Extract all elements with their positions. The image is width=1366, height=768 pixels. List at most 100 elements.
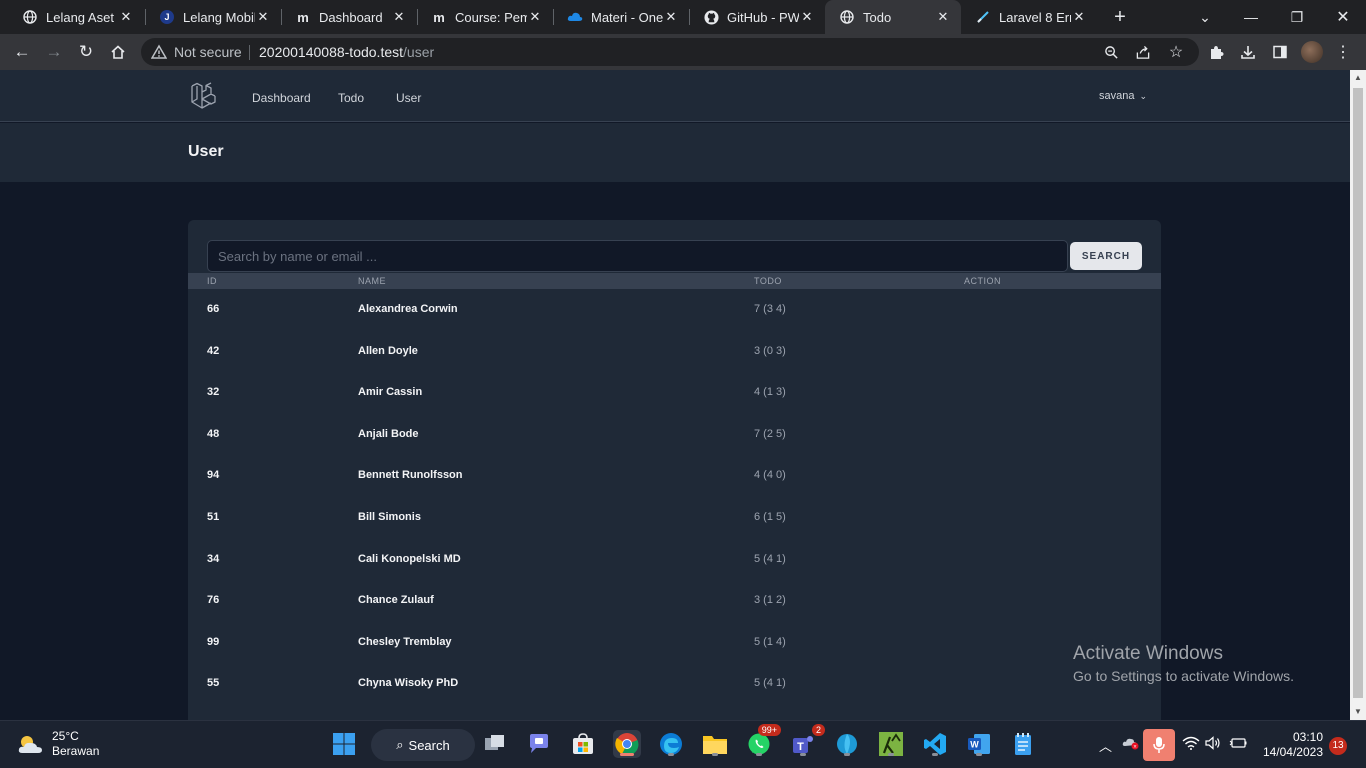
browser-tab[interactable]: Materi - OneD ✕ [553, 0, 689, 34]
browser-tab-active[interactable]: Todo ✕ [825, 0, 961, 34]
volume-icon[interactable] [1205, 736, 1221, 753]
user-dropdown[interactable]: savana ⌄ [1099, 90, 1147, 102]
search-input[interactable] [207, 240, 1068, 272]
vscode-icon[interactable] [921, 730, 949, 758]
browser-tab[interactable]: GitHub - PWF ✕ [689, 0, 825, 34]
column-header-action: ACTION [964, 276, 1002, 286]
nav-link-dashboard[interactable]: Dashboard [252, 91, 311, 105]
cell-todo: 5 (4 1) [754, 677, 786, 690]
weather-widget[interactable]: 25°C Berawan [16, 729, 99, 759]
browser-tab[interactable]: Lelang Aset : ✕ [8, 0, 144, 34]
chat-icon[interactable] [525, 730, 553, 758]
pen-icon [975, 9, 991, 25]
table-row: 42 Allen Doyle 3 (0 3) [188, 331, 1161, 373]
whatsapp-icon[interactable]: 99+ [745, 724, 781, 758]
table-body: 66 Alexandrea Corwin 7 (3 4) 42 Allen Do… [188, 289, 1161, 705]
column-header-name: NAME [358, 276, 387, 286]
tab-title: Materi - OneD [591, 9, 663, 25]
scrollbar-thumb[interactable] [1353, 88, 1363, 698]
browser-menu-icon[interactable]: ⋮ [1335, 42, 1351, 62]
page-scrollbar[interactable]: ▲ ▼ [1350, 70, 1366, 720]
app-circle-icon[interactable] [833, 730, 861, 758]
address-bar[interactable]: Not secure 20200140088-todo.test/user ☆ [141, 38, 1199, 66]
profile-avatar[interactable] [1301, 41, 1323, 63]
cell-name: Bill Simonis [358, 510, 421, 523]
teams-icon[interactable]: T 2 [789, 724, 825, 758]
top-navigation: Dashboard Todo User savana ⌄ [0, 70, 1350, 122]
taskbar-search-button[interactable]: ⌕ Search [371, 729, 475, 761]
nav-link-todo[interactable]: Todo [338, 91, 364, 105]
microphone-icon[interactable] [1143, 729, 1175, 761]
word-icon[interactable]: W [965, 730, 993, 758]
edge-icon[interactable] [657, 730, 685, 758]
reload-button[interactable]: ↻ [74, 40, 98, 64]
minimize-button[interactable]: — [1228, 0, 1274, 34]
cell-name: Amir Cassin [358, 386, 423, 399]
url-text[interactable]: 20200140088-todo.test/user [259, 44, 434, 60]
warning-triangle-icon[interactable] [150, 44, 168, 60]
system-clock[interactable]: 03:10 14/04/2023 [1257, 730, 1323, 760]
side-panel-icon[interactable] [1270, 42, 1290, 62]
chrome-icon[interactable] [613, 730, 641, 758]
new-tab-button[interactable]: + [1108, 5, 1132, 29]
browser-tab[interactable]: J Lelang Mobil ✕ [145, 0, 281, 34]
browser-tab[interactable]: Laravel 8 Erro ✕ [961, 0, 1097, 34]
file-explorer-icon[interactable] [701, 730, 729, 758]
close-tab-icon[interactable]: ✕ [1071, 9, 1087, 25]
close-tab-icon[interactable]: ✕ [391, 9, 407, 25]
notepad-icon[interactable] [1009, 730, 1037, 758]
home-button[interactable] [106, 40, 130, 64]
onedrive-sync-error-icon[interactable]: × [1122, 736, 1140, 753]
bookmark-star-icon[interactable]: ☆ [1167, 43, 1185, 61]
extensions-icon[interactable] [1206, 42, 1226, 62]
close-tab-icon[interactable]: ✕ [255, 9, 271, 25]
forward-button[interactable]: → [42, 40, 66, 64]
zoom-icon[interactable] [1102, 43, 1120, 61]
task-view-icon[interactable] [481, 730, 509, 758]
close-window-button[interactable]: ✕ [1320, 0, 1366, 34]
start-button[interactable] [330, 730, 358, 758]
tab-search-button[interactable]: ⌄ [1182, 0, 1228, 34]
cell-todo: 5 (1 4) [754, 635, 786, 648]
maximize-button[interactable]: ❐ [1274, 0, 1320, 34]
github-icon [703, 9, 719, 25]
cell-id: 32 [207, 386, 220, 399]
back-button[interactable]: ← [10, 40, 34, 64]
search-button[interactable]: SEARCH [1070, 242, 1142, 270]
close-tab-icon[interactable]: ✕ [118, 9, 134, 25]
watermark-subtitle: Go to Settings to activate Windows. [1073, 668, 1294, 684]
microsoft-store-icon[interactable] [569, 730, 597, 758]
scroll-up-arrow-icon[interactable]: ▲ [1350, 70, 1366, 86]
cell-name: Cali Konopelski MD [358, 552, 461, 565]
lambda-app-icon[interactable] [877, 730, 905, 758]
user-table-card: SEARCH ID NAME TODO ACTION 66 Alexandrea… [188, 220, 1161, 720]
weather-temperature: 25°C [52, 729, 79, 743]
scroll-down-arrow-icon[interactable]: ▼ [1350, 704, 1366, 720]
nav-link-user[interactable]: User [396, 91, 421, 105]
running-app-indicator [800, 753, 806, 756]
battery-icon[interactable] [1229, 736, 1247, 753]
close-tab-icon[interactable]: ✕ [527, 9, 543, 25]
download-icon[interactable] [1238, 42, 1258, 62]
m-logo-icon: m [297, 9, 309, 25]
close-tab-icon[interactable]: ✕ [799, 9, 815, 25]
partly-cloudy-icon [16, 733, 44, 755]
browser-tab[interactable]: m Course: Pemr ✕ [417, 0, 553, 34]
browser-tab[interactable]: m Dashboard ✕ [281, 0, 417, 34]
laravel-logo-icon[interactable] [190, 82, 216, 110]
cell-name: Chyna Wisoky PhD [358, 677, 459, 690]
close-tab-icon[interactable]: ✕ [935, 9, 951, 25]
globe-icon [839, 9, 855, 25]
page-header: User [0, 123, 1350, 182]
cell-id: 99 [207, 635, 220, 648]
show-hidden-icons-chevron-icon[interactable]: ︿ [1099, 736, 1112, 755]
running-app-indicator [844, 753, 850, 756]
security-label[interactable]: Not secure [174, 44, 242, 60]
wifi-icon[interactable] [1182, 736, 1200, 753]
cell-id: 48 [207, 427, 220, 440]
close-tab-icon[interactable]: ✕ [663, 9, 679, 25]
m-logo-icon: m [433, 9, 445, 25]
share-icon[interactable] [1134, 43, 1152, 61]
notification-count-badge[interactable]: 13 [1329, 737, 1347, 755]
table-row: 32 Amir Cassin 4 (1 3) [188, 372, 1161, 414]
